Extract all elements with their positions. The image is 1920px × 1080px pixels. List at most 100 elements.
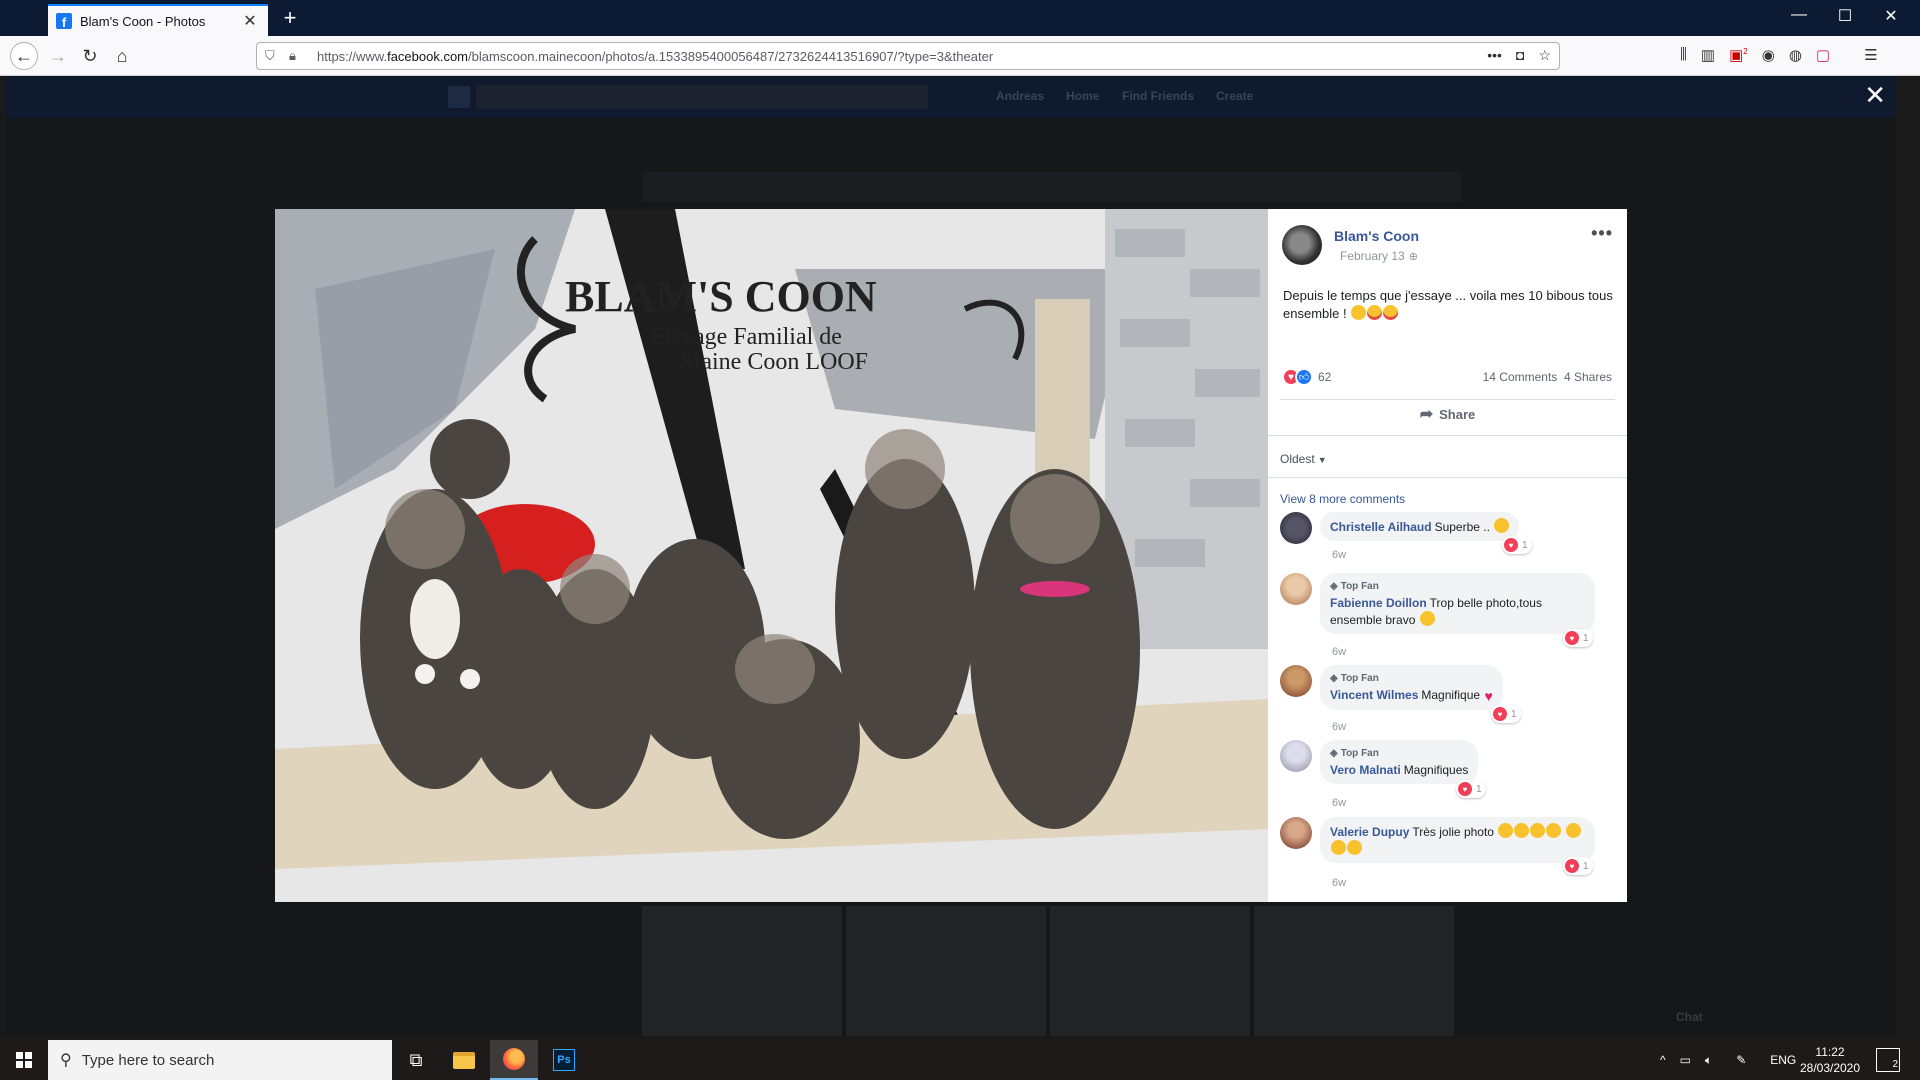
start-button[interactable] (0, 1040, 48, 1080)
comment-time[interactable]: 6w (1332, 549, 1346, 561)
comment-time[interactable]: 6w (1332, 721, 1346, 733)
taskbar-search-input[interactable]: ⚲ Type here to search (48, 1040, 392, 1080)
facebook-header: Andreas Home Find Friends Create ✕ (6, 76, 1896, 118)
commenter-avatar[interactable] (1280, 512, 1312, 544)
more-options-icon[interactable]: ••• (1591, 223, 1613, 244)
minimize-button[interactable]: — (1776, 6, 1822, 24)
comment-bubble: Christelle Ailhaud Superbe .. (1320, 512, 1520, 541)
comment-reaction-badge[interactable]: ♥ 1 (1563, 629, 1593, 647)
comment-bubble: Valerie Dupuy Très jolie photo (1320, 817, 1595, 863)
language-indicator[interactable]: ENG (1770, 1053, 1796, 1067)
divider (1268, 477, 1627, 478)
comment-reaction-badge[interactable]: ♥ 1 (1502, 536, 1532, 554)
comment-text: Magnifiques (1403, 763, 1469, 777)
back-button[interactable]: ← (10, 42, 38, 70)
post-date[interactable]: February 13 ⊕ (1340, 249, 1418, 263)
commenter-avatar[interactable] (1280, 740, 1312, 772)
home-button[interactable]: ⌂ (108, 42, 136, 70)
pen-icon[interactable]: ✎ (1736, 1053, 1746, 1067)
comment-author-link[interactable]: Vincent Wilmes (1330, 688, 1418, 702)
facebook-logo-icon[interactable] (448, 86, 470, 108)
comment-author-link[interactable]: Vero Malnati (1330, 763, 1401, 777)
shield-icon[interactable]: ⛉ (265, 48, 275, 64)
pocket-icon[interactable]: ◘ (1516, 47, 1524, 64)
comment-author-link[interactable]: Fabienne Doillon (1330, 596, 1427, 610)
account-icon[interactable]: ◍ (1789, 46, 1802, 64)
photoshop-button[interactable]: Ps (540, 1040, 588, 1080)
notifications-icon[interactable]: 2 (1876, 1048, 1900, 1072)
file-explorer-button[interactable] (440, 1040, 488, 1080)
url-bar[interactable]: ⛉ 🔒︎ https://www.facebook.com/blamscoon.… (256, 42, 1560, 70)
bookmark-star-icon[interactable]: ☆ (1538, 47, 1551, 64)
comment-share-stats[interactable]: 14 Comments 4 Shares (1483, 370, 1612, 384)
top-fan-icon: ◈ (1330, 581, 1338, 592)
watermark-title: BLAM'S COON (565, 272, 877, 321)
page-actions-icon[interactable]: ••• (1487, 47, 1502, 64)
comment-reaction-badge[interactable]: ♥ 1 (1491, 705, 1521, 723)
watermark-line2: Elevage Familial de (650, 324, 842, 350)
create-link[interactable]: Create (1216, 89, 1253, 103)
kittens-photo: BLAM'S COON Elevage Familial de Maine Co… (275, 209, 1268, 902)
share-button[interactable]: ➦ Share (1268, 399, 1627, 429)
reactions-bar: ♥ 👍︎ 62 14 Comments 4 Shares (1282, 368, 1612, 388)
reload-button[interactable]: ↻ (76, 42, 104, 70)
forward-button[interactable]: → (44, 42, 72, 70)
lock-icon[interactable]: 🔒︎ (289, 48, 296, 64)
browser-tab[interactable]: f Blam's Coon - Photos ✕ (48, 4, 268, 36)
library-icon[interactable]: ⫼ (1680, 46, 1687, 64)
task-view-icon[interactable]: ⧉ (392, 1040, 440, 1080)
comment-text: Très jolie photo (1412, 825, 1494, 839)
post-header: Blam's Coon February 13 ⊕ ••• (1268, 209, 1627, 269)
comment-author-link[interactable]: Valerie Dupuy (1330, 825, 1409, 839)
page-name-link[interactable]: Blam's Coon (1334, 228, 1419, 244)
love-reaction-icon: ♥ (1504, 538, 1518, 552)
comment-time[interactable]: 6w (1332, 877, 1346, 889)
volume-icon[interactable]: 🔈︎ (1705, 1053, 1712, 1068)
find-friends-link[interactable]: Find Friends (1122, 89, 1194, 103)
page-avatar[interactable] (1282, 225, 1322, 265)
browser-tab-bar: f Blam's Coon - Photos ✕ + — ☐ ✕ (0, 0, 1920, 36)
profile-link[interactable]: Andreas (996, 89, 1044, 103)
top-fan-icon: ◈ (1330, 748, 1338, 759)
sidebar-icon[interactable]: ▥ (1701, 46, 1715, 64)
heart-eyes-emoji-icon (1331, 840, 1346, 855)
maximize-button[interactable]: ☐ (1822, 6, 1868, 26)
comment-time[interactable]: 6w (1332, 797, 1346, 809)
comment-author-link[interactable]: Christelle Ailhaud (1330, 520, 1432, 534)
facebook-search-input[interactable] (476, 85, 928, 109)
divider (1268, 435, 1627, 436)
comment-reaction-badge[interactable]: ♥ 1 (1563, 857, 1593, 875)
love-reaction-icon: ♥ (1458, 782, 1472, 796)
home-link[interactable]: Home (1066, 89, 1099, 103)
url-text: https://www.facebook.com/blamscoon.maine… (317, 49, 994, 64)
comment-time[interactable]: 6w (1332, 646, 1346, 658)
close-window-button[interactable]: ✕ (1868, 6, 1914, 26)
commenter-avatar[interactable] (1280, 817, 1312, 849)
firefox-button[interactable] (490, 1040, 538, 1080)
heart-eyes-cat-emoji-icon (1419, 611, 1435, 626)
taskbar-clock[interactable]: 11:22 28/03/2020 (1795, 1044, 1865, 1076)
pinterest-icon[interactable]: ◉ (1762, 46, 1775, 64)
post-photo[interactable]: BLAM'S COON Elevage Familial de Maine Co… (275, 209, 1268, 902)
menu-icon[interactable]: ☰ (1864, 46, 1877, 64)
love-face-emoji-icon (1383, 305, 1399, 320)
comment-sort-dropdown[interactable]: Oldest ▼ (1280, 452, 1327, 466)
network-icon[interactable]: ▭ (1680, 1053, 1691, 1067)
view-more-comments-link[interactable]: View 8 more comments (1280, 492, 1405, 506)
show-hidden-icons-icon[interactable]: ^ (1660, 1053, 1666, 1067)
chat-label[interactable]: Chat (1676, 1010, 1703, 1024)
reaction-count[interactable]: 62 (1318, 370, 1331, 384)
comment-reaction-badge[interactable]: ♥ 1 (1456, 780, 1486, 798)
system-tray: ^ ▭ 🔈︎ ✎ ENG (1660, 1040, 1796, 1080)
commenter-avatar[interactable] (1280, 665, 1312, 697)
new-tab-button[interactable]: + (278, 6, 302, 30)
top-fan-badge: ◈ Top Fan (1330, 579, 1585, 595)
smile-emoji-icon (1351, 305, 1367, 320)
tab-close-icon[interactable]: ✕ (240, 11, 260, 31)
commenter-avatar[interactable] (1280, 573, 1312, 605)
close-theater-icon[interactable]: ✕ (1864, 80, 1886, 111)
like-reaction-icon[interactable]: 👍︎ (1295, 368, 1313, 386)
pocket-extension-icon[interactable]: ▢ (1816, 46, 1830, 64)
heart-eyes-emoji-icon (1530, 823, 1546, 838)
extension-icon[interactable]: ▣2 (1729, 46, 1748, 64)
